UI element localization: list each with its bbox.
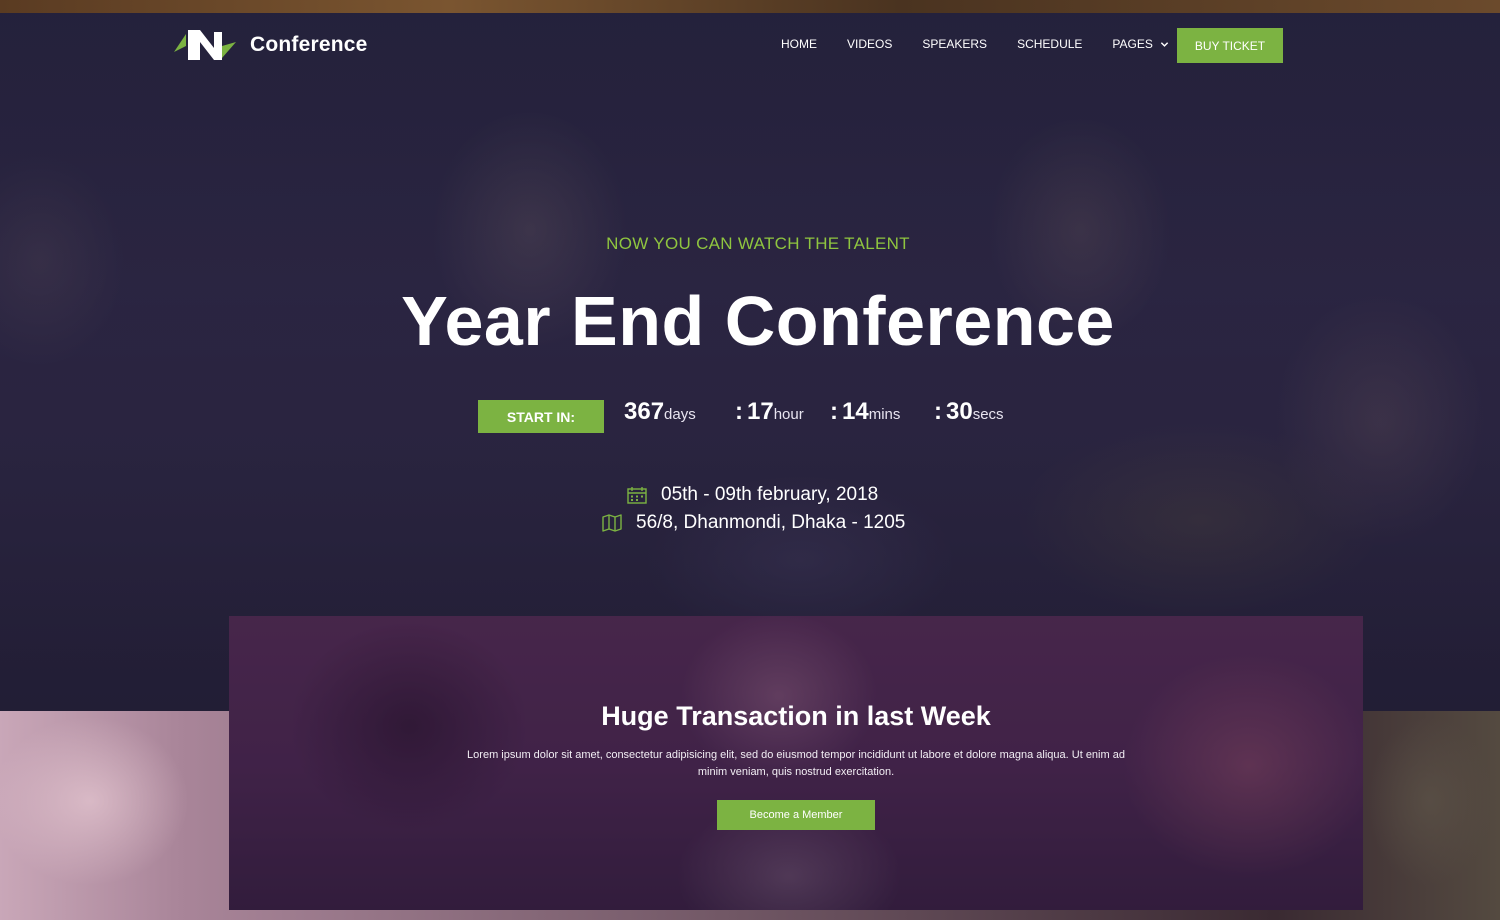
promo-description: Lorem ipsum dolor sit amet, consectetur … [467, 749, 1125, 778]
countdown-secs: :30secs [934, 398, 1004, 426]
calendar-icon [627, 487, 647, 504]
countdown-hours-value: 17 [747, 398, 774, 425]
event-date-text: 05th - 09th february, 2018 [661, 484, 879, 505]
map-icon [602, 514, 622, 532]
countdown-mins: :14mins [830, 398, 900, 426]
hero-tagline: NOW YOU CAN WATCH THE TALENT [606, 234, 910, 253]
countdown-separator: : [830, 398, 838, 425]
nav-schedule[interactable]: SCHEDULE [1017, 37, 1082, 51]
promo-title: Huge Transaction in last Week [601, 701, 991, 731]
nav-videos[interactable]: VIDEOS [847, 37, 892, 51]
countdown-hours-unit: hour [773, 406, 804, 423]
site-header: Conference HOME VIDEOS SPEAKERS SCHEDULE… [0, 13, 1500, 77]
brand-logo[interactable]: Conference [174, 28, 368, 62]
nav-pages[interactable]: PAGES [1112, 37, 1169, 51]
hero-title: Year End Conference [401, 282, 1115, 360]
event-location: 56/8, Dhanmondi, Dhaka - 1205 [602, 512, 905, 534]
countdown-separator: : [934, 398, 942, 425]
nav-speakers[interactable]: SPEAKERS [922, 37, 987, 51]
countdown-secs-unit: secs [972, 406, 1004, 423]
event-date: 05th - 09th february, 2018 [627, 484, 878, 506]
countdown-hours: :17hour [735, 398, 804, 426]
chevron-down-icon [1160, 41, 1169, 47]
countdown-secs-value: 30 [946, 398, 973, 425]
promo-section: Huge Transaction in last Week Lorem ipsu… [229, 616, 1363, 910]
countdown-mins-value: 14 [842, 398, 869, 425]
countdown-days: 367days [624, 398, 696, 426]
top-strip [0, 0, 1500, 13]
countdown-separator: : [735, 398, 743, 425]
logo-mark-icon [174, 30, 236, 60]
start-in-badge: START IN: [478, 400, 604, 433]
brand-name: Conference [250, 33, 368, 56]
countdown-days-value: 367 [624, 398, 665, 425]
countdown-days-unit: days [664, 406, 696, 423]
become-member-button[interactable]: Become a Member [717, 800, 875, 830]
nav-pages-label: PAGES [1112, 37, 1153, 51]
countdown-mins-unit: mins [868, 406, 901, 423]
main-nav: HOME VIDEOS SPEAKERS SCHEDULE PAGES [781, 37, 1199, 51]
buy-ticket-button[interactable]: BUY TICKET [1177, 28, 1283, 63]
nav-home[interactable]: HOME [781, 37, 817, 51]
event-location-text: 56/8, Dhanmondi, Dhaka - 1205 [636, 512, 906, 533]
